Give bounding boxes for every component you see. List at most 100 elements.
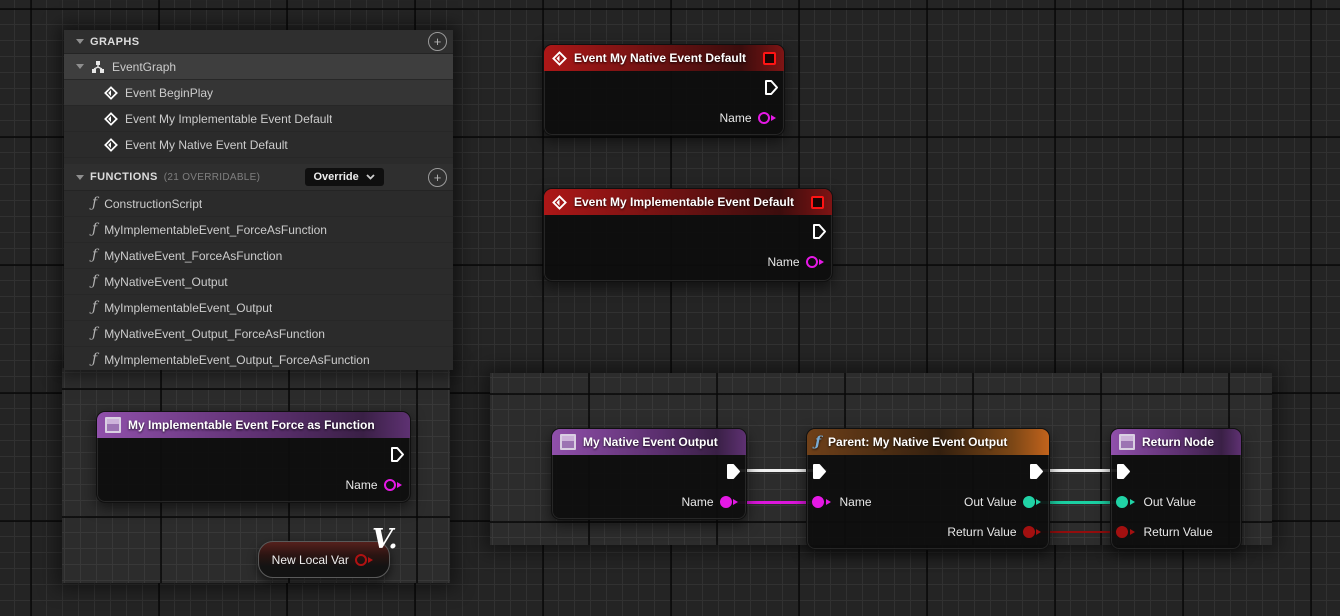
exec-output-pin[interactable] — [726, 463, 741, 480]
sidebar-item-event-native[interactable]: Event My Native Event Default — [64, 132, 453, 158]
pin-label: Name — [719, 111, 751, 125]
node-my-native-event-output[interactable]: My Native Event Output Name — [551, 428, 747, 520]
pin-label: Name — [840, 495, 872, 509]
event-icon — [552, 51, 567, 66]
event-override-indicator-icon — [763, 52, 776, 65]
functions-section-header[interactable]: FUNCTIONS (21 OVERRIDABLE) Override + — [64, 164, 453, 191]
name-output-pin[interactable] — [384, 479, 406, 491]
sidebar-item-function[interactable]: ƒ MyNativeEvent_Output_ForceAsFunction — [64, 321, 453, 347]
node-title: Parent: My Native Event Output — [828, 435, 1007, 449]
exec-output-pin[interactable] — [1029, 463, 1044, 480]
event-icon — [104, 86, 118, 100]
my-blueprint-panel: GRAPHS + EventGraph Event BeginPlay Even… — [64, 30, 453, 370]
graphs-section-header[interactable]: GRAPHS + — [64, 30, 453, 54]
result-node-icon — [1119, 434, 1135, 450]
sidebar-item-function[interactable]: ƒ MyImplementableEvent_Output — [64, 295, 453, 321]
local-var-label: New Local Var — [272, 553, 349, 567]
overridable-count: (21 OVERRIDABLE) — [164, 172, 261, 183]
sidebar-item-label: EventGraph — [112, 60, 176, 74]
sidebar-item-label: Event My Implementable Event Default — [125, 112, 332, 126]
node-event-my-implementable-event-default[interactable]: Event My Implementable Event Default Nam… — [543, 188, 833, 282]
event-icon — [104, 112, 118, 126]
node-title: My Native Event Output — [583, 435, 718, 449]
name-output-pin[interactable] — [806, 256, 828, 268]
node-header[interactable]: ƒ Parent: My Native Event Output — [807, 429, 1049, 455]
function-icon: ƒ — [92, 196, 97, 210]
local-var-output-pin[interactable] — [355, 554, 377, 566]
node-title: My Implementable Event Force as Function — [128, 418, 375, 432]
sidebar-item-label: MyImplementableEvent_Output_ForceAsFunct… — [104, 353, 369, 367]
node-title: Event My Native Event Default — [574, 51, 746, 65]
sidebar-item-function[interactable]: ƒ MyNativeEvent_ForceAsFunction — [64, 243, 453, 269]
collapse-arrow-icon[interactable] — [76, 39, 84, 44]
sidebar-item-label: Event BeginPlay — [125, 86, 213, 100]
sidebar-item-function[interactable]: ƒ MyImplementableEvent_Output_ForceAsFun… — [64, 347, 453, 370]
chevron-down-icon — [366, 174, 375, 180]
override-dropdown-label: Override — [314, 171, 359, 183]
function-icon: ƒ — [92, 300, 97, 314]
sidebar-item-event-implementable[interactable]: Event My Implementable Event Default — [64, 106, 453, 132]
node-new-local-var[interactable]: New Local Var — [258, 541, 390, 578]
add-function-button[interactable]: + — [428, 168, 447, 187]
function-entry-icon — [105, 417, 121, 433]
node-title: Event My Implementable Event Default — [574, 195, 794, 209]
sidebar-item-label: MyImplementableEvent_Output — [104, 301, 272, 315]
sidebar-item-label: MyNativeEvent_Output — [104, 275, 227, 289]
blueprint-graph-canvas[interactable]: GRAPHS + EventGraph Event BeginPlay Even… — [0, 0, 1340, 616]
sidebar-item-function[interactable]: ƒ MyImplementableEvent_ForceAsFunction — [64, 217, 453, 243]
node-return-node[interactable]: Return Node Out Value Return Value — [1110, 428, 1242, 550]
node-header[interactable]: My Native Event Output — [552, 429, 746, 455]
pin-label: Name — [345, 478, 377, 492]
collapse-arrow-icon[interactable] — [76, 64, 84, 69]
exec-output-pin[interactable] — [812, 223, 827, 240]
override-dropdown[interactable]: Override — [305, 168, 384, 186]
node-header[interactable]: My Implementable Event Force as Function — [97, 412, 410, 438]
name-output-pin[interactable] — [720, 496, 742, 508]
sidebar-item-label: Event My Native Event Default — [125, 138, 288, 152]
node-my-implementable-event-force-as-function[interactable]: My Implementable Event Force as Function… — [96, 411, 411, 503]
sidebar-item-label: ConstructionScript — [104, 197, 202, 211]
function-icon: ƒ — [92, 248, 97, 262]
node-header[interactable]: Return Node — [1111, 429, 1241, 455]
exec-output-pin[interactable] — [764, 79, 779, 96]
function-entry-icon — [560, 434, 576, 450]
eventgraph-icon — [91, 60, 105, 74]
pin-label: Out Value — [964, 495, 1016, 509]
pin-label: Return Value — [1144, 525, 1213, 539]
sidebar-item-event-beginplay[interactable]: Event BeginPlay — [64, 80, 453, 106]
function-icon: ƒ — [92, 352, 97, 366]
out-value-input-pin[interactable] — [1116, 496, 1138, 508]
node-title: Return Node — [1142, 435, 1214, 449]
node-event-my-native-event-default[interactable]: Event My Native Event Default Name — [543, 44, 785, 136]
out-value-output-pin[interactable] — [1023, 496, 1045, 508]
node-header[interactable]: Event My Native Event Default — [544, 45, 784, 71]
function-icon: ƒ — [92, 274, 97, 288]
node-header[interactable]: Event My Implementable Event Default — [544, 189, 832, 215]
name-input-pin[interactable] — [812, 496, 834, 508]
pin-label: Name — [767, 255, 799, 269]
pin-label: Return Value — [947, 525, 1016, 539]
exec-input-pin[interactable] — [812, 463, 827, 480]
exec-input-pin[interactable] — [1116, 463, 1131, 480]
exec-output-pin[interactable] — [390, 446, 405, 463]
sidebar-item-label: MyImplementableEvent_ForceAsFunction — [104, 223, 327, 237]
collapse-arrow-icon[interactable] — [76, 175, 84, 180]
return-value-output-pin[interactable] — [1023, 526, 1045, 538]
return-value-input-pin[interactable] — [1116, 526, 1138, 538]
node-parent-my-native-event-output[interactable]: ƒ Parent: My Native Event Output Name Ou… — [806, 428, 1050, 550]
sidebar-item-label: MyNativeEvent_Output_ForceAsFunction — [104, 327, 325, 341]
sidebar-item-label: MyNativeEvent_ForceAsFunction — [104, 249, 282, 263]
pin-label: Name — [681, 495, 713, 509]
sidebar-item-function[interactable]: ƒ ConstructionScript — [64, 191, 453, 217]
name-output-pin[interactable] — [758, 112, 780, 124]
event-icon — [104, 138, 118, 152]
graphs-section-title: GRAPHS — [90, 36, 139, 48]
function-icon: ƒ — [92, 222, 97, 236]
function-icon: ƒ — [92, 326, 97, 340]
sidebar-item-eventgraph[interactable]: EventGraph — [64, 54, 453, 80]
pin-label: Out Value — [1144, 495, 1196, 509]
event-icon — [552, 195, 567, 210]
event-override-indicator-icon — [811, 196, 824, 209]
sidebar-item-function[interactable]: ƒ MyNativeEvent_Output — [64, 269, 453, 295]
add-graph-button[interactable]: + — [428, 32, 447, 51]
